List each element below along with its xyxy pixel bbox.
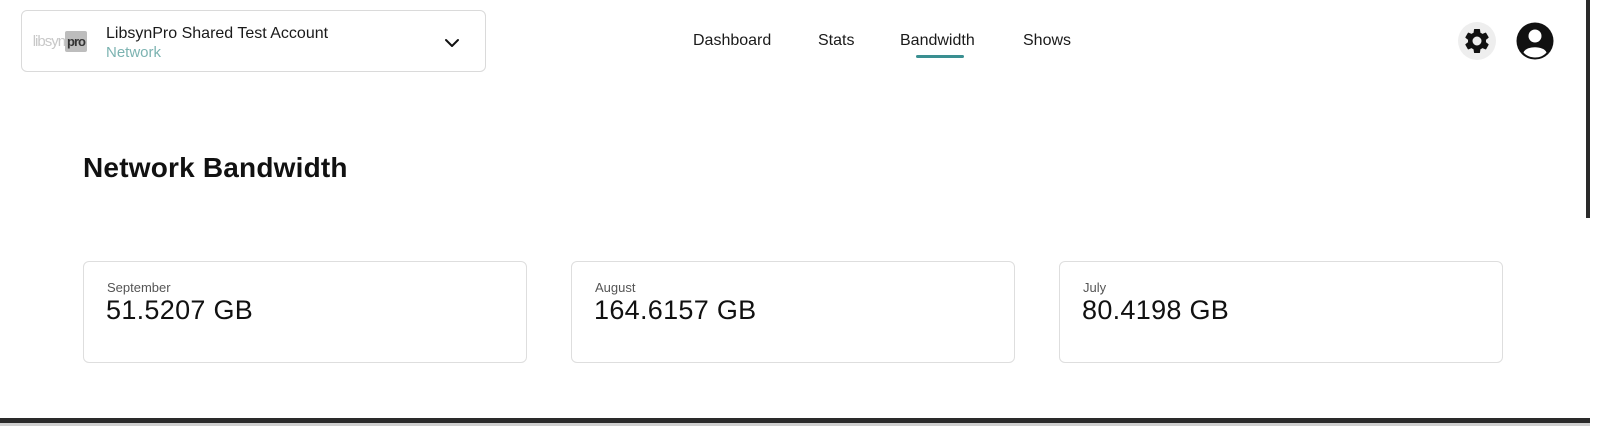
nav-active-indicator: [916, 55, 964, 58]
app-window: libsyn pro LibsynPro Shared Test Account…: [0, 0, 1600, 429]
card-bandwidth-value: 80.4198 GB: [1082, 295, 1230, 325]
chevron-down-icon[interactable]: [442, 33, 462, 53]
libsyn-pro-logo: libsyn pro: [33, 29, 87, 53]
nav-stats[interactable]: Stats: [818, 32, 854, 50]
card-bandwidth-value: 51.5207 GB: [106, 295, 254, 325]
user-circle-icon[interactable]: [1515, 21, 1555, 61]
account-name: LibsynPro Shared Test Account: [106, 25, 329, 42]
bandwidth-card-september: September 51.5207 GB: [83, 261, 527, 363]
card-month-label: September: [107, 280, 171, 295]
page-title: Network Bandwidth: [83, 152, 348, 183]
window-edge-shadow: [1586, 0, 1590, 218]
card-bandwidth-value: 164.6157 GB: [594, 295, 757, 325]
logo-text-dark: pro: [65, 30, 87, 52]
card-month-label: August: [595, 280, 636, 295]
window-bottom-shadow-soft: [0, 423, 1590, 426]
nav-bandwidth[interactable]: Bandwidth: [900, 32, 975, 50]
nav-dashboard[interactable]: Dashboard: [693, 32, 771, 50]
logo-text-light: libsyn: [32, 32, 66, 50]
gear-icon: [1465, 28, 1489, 53]
bandwidth-card-july: July 80.4198 GB: [1059, 261, 1503, 363]
nav-shows[interactable]: Shows: [1023, 32, 1071, 50]
account-switcher[interactable]: libsyn pro LibsynPro Shared Test Account…: [21, 10, 486, 72]
bandwidth-card-august: August 164.6157 GB: [571, 261, 1015, 363]
card-month-label: July: [1083, 280, 1107, 295]
settings-button[interactable]: [1458, 22, 1496, 60]
account-type: Network: [106, 44, 162, 61]
